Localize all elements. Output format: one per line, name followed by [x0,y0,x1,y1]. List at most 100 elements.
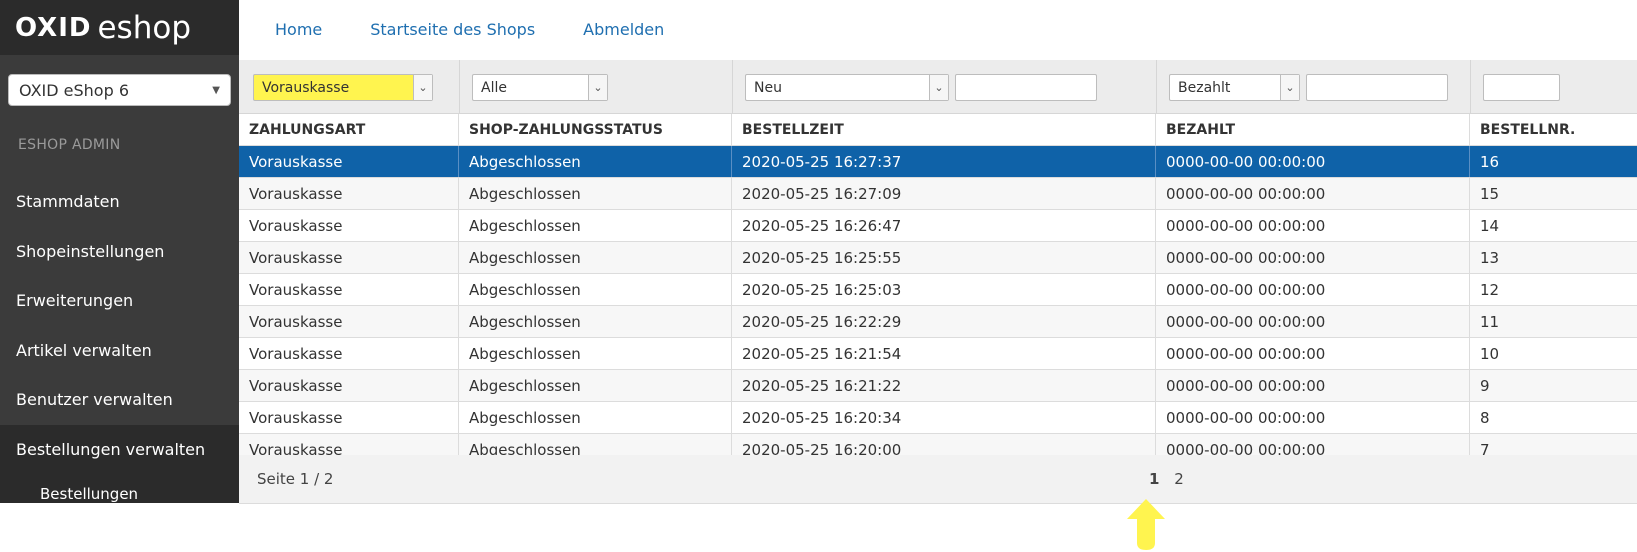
cell-bestellzeit[interactable]: 2020-05-25 16:27:09 [732,178,1156,209]
cell-zahlungsart[interactable]: Vorauskasse [239,178,459,209]
cell-bestellzeit[interactable]: 2020-05-25 16:21:22 [732,370,1156,401]
cell-shop-zahlungsstatus[interactable]: Abgeschlossen [459,146,732,177]
cell-bestellzeit[interactable]: 2020-05-25 16:22:29 [732,306,1156,337]
cell-bezahlt[interactable]: 0000-00-00 00:00:00 [1156,178,1470,209]
cell-bestellnr[interactable]: 11 [1470,306,1637,337]
header-shop-zahlungsstatus[interactable]: SHOP-ZAHLUNGSSTATUS [459,114,732,145]
filter-cell-paid: Bezahlt ⌄ [1156,60,1471,113]
cell-zahlungsart[interactable]: Vorauskasse [239,146,459,177]
order-number-filter-input[interactable] [1483,74,1560,101]
cell-shop-zahlungsstatus[interactable]: Abgeschlossen [459,306,732,337]
payment-filter-select[interactable]: Vorauskasse ⌄ [253,74,433,101]
annotation-arrow-icon [1127,499,1165,550]
cell-zahlungsart[interactable]: Vorauskasse [239,242,459,273]
logo[interactable]: OXID eshop [0,0,239,55]
paid-date-filter-input[interactable] [1306,74,1448,101]
cell-bestellnr[interactable]: 15 [1470,178,1637,209]
cell-bezahlt[interactable]: 0000-00-00 00:00:00 [1156,402,1470,433]
page-link-2[interactable]: 2 [1174,470,1184,488]
sidebar-item-benutzer[interactable]: Benutzer verwalten [0,375,239,425]
chevron-down-icon: ⌄ [413,75,432,100]
cell-bezahlt[interactable]: 0000-00-00 00:00:00 [1156,210,1470,241]
cell-zahlungsart[interactable]: Vorauskasse [239,402,459,433]
cell-bestellzeit[interactable]: 2020-05-25 16:20:34 [732,402,1156,433]
table-row[interactable]: Vorauskasse Abgeschlossen 2020-05-25 16:21… [239,370,1637,402]
sidebar-item-bestellungen-verwalten[interactable]: Bestellungen verwalten [0,424,239,474]
cell-shop-zahlungsstatus[interactable]: Abgeschlossen [459,338,732,369]
page-link-1[interactable]: 1 [1149,470,1159,488]
chevron-down-icon: ⌄ [929,75,948,100]
header-bezahlt[interactable]: BEZAHLT [1156,114,1470,145]
cell-bezahlt[interactable]: 0000-00-00 00:00:00 [1156,242,1470,273]
nav-logout-link[interactable]: Abmelden [583,20,664,39]
cell-shop-zahlungsstatus[interactable]: Abgeschlossen [459,242,732,273]
table-row[interactable]: Vorauskasse Abgeschlossen 2020-05-25 16:27… [239,178,1637,210]
cell-bezahlt[interactable]: 0000-00-00 00:00:00 [1156,146,1470,177]
cell-zahlungsart[interactable]: Vorauskasse [239,338,459,369]
cell-bestellnr[interactable]: 12 [1470,274,1637,305]
nav-shop-start-link[interactable]: Startseite des Shops [370,20,535,39]
cell-shop-zahlungsstatus[interactable]: Abgeschlossen [459,274,732,305]
table-row[interactable]: Vorauskasse Abgeschlossen 2020-05-25 16:21… [239,338,1637,370]
filter-cell-status: Alle ⌄ [459,60,733,113]
cell-bestellzeit[interactable]: 2020-05-25 16:27:37 [732,146,1156,177]
logo-oxid-text: OXID [15,12,92,43]
order-time-filter-input[interactable] [955,74,1097,101]
sidebar-item-stammdaten[interactable]: Stammdaten [0,177,239,227]
cell-bezahlt[interactable]: 0000-00-00 00:00:00 [1156,338,1470,369]
sidebar-item-shopeinstellungen[interactable]: Shopeinstellungen [0,227,239,277]
cell-bestellnr[interactable]: 8 [1470,402,1637,433]
filter-cell-order-number [1470,60,1637,113]
page-links: 1 2 [1149,470,1194,488]
sidebar-nav: Stammdaten Shopeinstellungen Erweiterung… [0,177,239,503]
table-row[interactable]: Vorauskasse Abgeschlossen 2020-05-25 16:22… [239,306,1637,338]
cell-bezahlt[interactable]: 0000-00-00 00:00:00 [1156,274,1470,305]
sidebar-item-artikel[interactable]: Artikel verwalten [0,326,239,376]
cell-bestellzeit[interactable]: 2020-05-25 16:21:54 [732,338,1156,369]
shop-select[interactable]: OXID eShop 6 ▼ [8,74,231,106]
cell-bestellzeit[interactable]: 2020-05-25 16:25:55 [732,242,1156,273]
cell-bezahlt[interactable]: 0000-00-00 00:00:00 [1156,370,1470,401]
logo-eshop-text: eshop [97,9,191,46]
filter-row: Vorauskasse ⌄ Alle ⌄ Neu ⌄ Bezahlt ⌄ [239,60,1637,114]
page-indicator: Seite 1 / 2 [257,470,334,488]
cell-zahlungsart[interactable]: Vorauskasse [239,370,459,401]
cell-shop-zahlungsstatus[interactable]: Abgeschlossen [459,210,732,241]
table-row[interactable]: Vorauskasse Abgeschlossen 2020-05-25 16:25… [239,274,1637,306]
cell-bestellzeit[interactable]: 2020-05-25 16:26:47 [732,210,1156,241]
cell-bestellnr[interactable]: 13 [1470,242,1637,273]
cell-shop-zahlungsstatus[interactable]: Abgeschlossen [459,402,732,433]
paid-filter-select[interactable]: Bezahlt ⌄ [1169,74,1300,101]
header-zahlungsart[interactable]: ZAHLUNGSART [239,114,459,145]
nav-home-link[interactable]: Home [275,20,322,39]
header-bestellnr[interactable]: BESTELLNR. [1470,114,1637,145]
shop-select-value: OXID eShop 6 [19,80,130,100]
chevron-down-icon: ⌄ [1280,75,1299,100]
status-filter-select[interactable]: Alle ⌄ [472,74,608,101]
filter-cell-order-time: Neu ⌄ [732,60,1157,113]
table-row[interactable]: Vorauskasse Abgeschlossen 2020-05-25 16:25… [239,242,1637,274]
cell-bestellnr[interactable]: 10 [1470,338,1637,369]
table-row[interactable]: Vorauskasse Abgeschlossen 2020-05-25 16:26… [239,210,1637,242]
cell-zahlungsart[interactable]: Vorauskasse [239,210,459,241]
cell-bezahlt[interactable]: 0000-00-00 00:00:00 [1156,306,1470,337]
order-state-filter-select[interactable]: Neu ⌄ [745,74,949,101]
cell-shop-zahlungsstatus[interactable]: Abgeschlossen [459,178,732,209]
table-row[interactable]: Vorauskasse Abgeschlossen 2020-05-25 16:20… [239,402,1637,434]
sidebar: OXID eshop OXID eShop 6 ▼ ESHOP ADMIN St… [0,0,239,503]
table-row[interactable]: Vorauskasse Abgeschlossen 2020-05-25 16:27… [239,146,1637,178]
sidebar-item-erweiterungen[interactable]: Erweiterungen [0,276,239,326]
cell-zahlungsart[interactable]: Vorauskasse [239,306,459,337]
header-bestellzeit[interactable]: BESTELLZEIT [732,114,1156,145]
sidebar-subitem-bestellungen[interactable]: Bestellungen [0,474,239,503]
cell-bestellnr[interactable]: 14 [1470,210,1637,241]
cell-zahlungsart[interactable]: Vorauskasse [239,274,459,305]
cell-bestellnr[interactable]: 16 [1470,146,1637,177]
cell-bestellzeit[interactable]: 2020-05-25 16:25:03 [732,274,1156,305]
section-title: ESHOP ADMIN [18,137,121,153]
table-header: ZAHLUNGSART SHOP-ZAHLUNGSSTATUS BESTELLZ… [239,114,1637,146]
status-filter-value: Alle [481,79,507,96]
cell-bestellnr[interactable]: 9 [1470,370,1637,401]
chevron-down-icon: ⌄ [588,75,607,100]
cell-shop-zahlungsstatus[interactable]: Abgeschlossen [459,370,732,401]
